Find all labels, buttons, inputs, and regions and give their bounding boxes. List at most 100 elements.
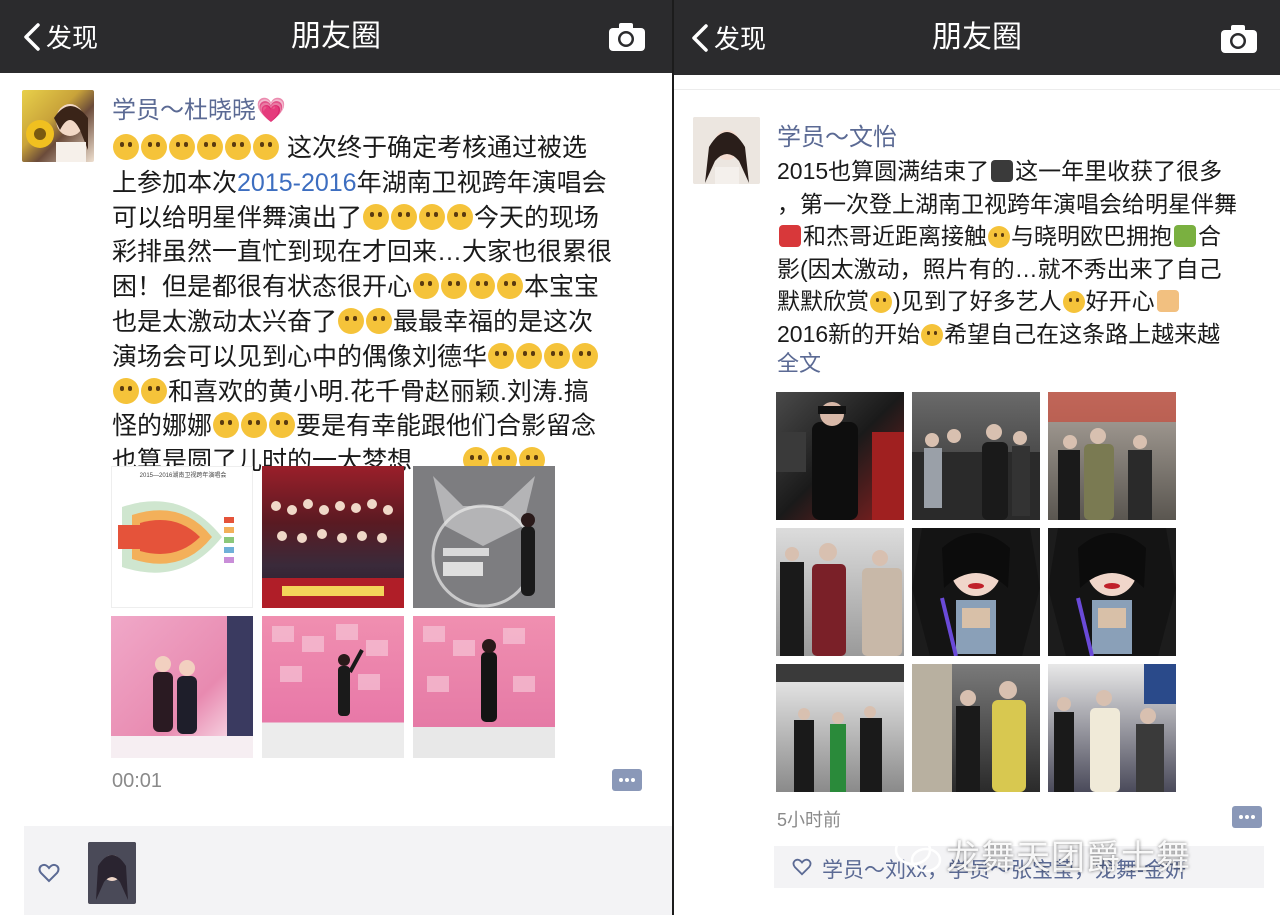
post-text-segment: ，第一次登上湖南卫视跨年演唱会给明星伴舞 (777, 190, 1237, 217)
back-button[interactable]: 发现 (22, 0, 98, 73)
post-text-segment: 也是太激动太兴奋了 (112, 307, 338, 336)
back-label: 发现 (46, 23, 99, 53)
emoji-icon (921, 323, 944, 346)
author-avatar[interactable] (693, 117, 760, 184)
emoji-icon (113, 377, 139, 404)
photo-pink-wall-solo[interactable] (413, 616, 555, 758)
seat-chart-header: 2015—2016湖南卫视跨年演唱会 (140, 471, 227, 479)
post-text-segment: 和杰哥近距离接触 (803, 223, 987, 249)
likes-names[interactable]: 学员～刘xx，学员～张宝莹，龙舞-金妍 (822, 854, 1186, 884)
hug-emoji-icon (1174, 225, 1196, 247)
post-text-line: 可以给明星伴舞演出了 今天的现场 (112, 201, 612, 236)
likes-section: 学员～刘xx，学员～张宝莹，龙舞-金妍 (774, 846, 1264, 888)
photo-pink-wall-duo[interactable] (111, 616, 253, 758)
photo-pink-wall-pose[interactable] (262, 616, 404, 758)
emoji-icon (169, 134, 195, 160)
emoji-icon (269, 412, 296, 439)
post-text-line: 和喜欢的黄小明.花千骨赵丽颖.刘涛.搞 (112, 375, 612, 410)
post-text-line: 困！但是都很有状态很开心 本宝宝 (112, 270, 612, 305)
photo-backstage-3[interactable] (1048, 392, 1176, 520)
emoji-icon (197, 134, 223, 160)
heart-outline-icon (38, 863, 60, 883)
post-text-line: 影(因太激动，照片有的…就不秀出来了自己 (777, 253, 1237, 286)
liker-avatar[interactable] (88, 842, 136, 904)
post-text-segment: 与晓明欧巴拥抱 (1011, 223, 1172, 249)
post-text-segment: 要是有幸能跟他们合影留念 (296, 412, 597, 441)
year-link[interactable]: 2015-2016 (237, 169, 357, 197)
photo-group-stage[interactable] (262, 466, 404, 608)
emoji-icon (113, 134, 139, 160)
post-text-segment: 最最幸福的是这次 (393, 307, 594, 336)
emoji-icon (241, 412, 268, 439)
emoji-icon (363, 203, 390, 230)
post-text-line: 也是太激动太兴奋了 最最幸福的是这次 (112, 305, 612, 340)
dragon-dance-wall-image (413, 466, 555, 608)
seat-chart-image: 2015—2016湖南卫视跨年演唱会 (112, 467, 252, 607)
backstage-2-image (912, 424, 1040, 520)
emoji-icon (1062, 291, 1085, 313)
group-photo-image (262, 499, 404, 608)
photo-seat-chart[interactable]: 2015—2016湖南卫视跨年演唱会 (111, 466, 253, 608)
left-moments-screen: 发现 朋友圈 学员～杜晓晓💗 这次终于确定考核通过被选 上参加本次2015-201… (0, 0, 672, 915)
victory-emoji-icon (1156, 290, 1179, 312)
photo-backstage-5[interactable] (776, 664, 904, 792)
pink-wall-solo-image (423, 626, 535, 722)
author-avatar[interactable] (22, 90, 94, 162)
post-text-segment: 彩排虽然一直忙到现在才回来…大家也很累很 (112, 238, 613, 267)
author-name[interactable]: 学员～杜晓晓💗 (112, 90, 286, 125)
liker-avatar-image (88, 842, 136, 904)
emoji-icon (447, 203, 474, 230)
post-text-segment: 怪的娜娜 (112, 412, 213, 441)
post-timestamp: 00:01 (112, 770, 163, 792)
emoji-icon (141, 377, 167, 404)
selfie-badge-1-image (912, 528, 1040, 656)
post-text-line: 2015也算圆满结束了 这一年里收获了很多 (777, 155, 1237, 188)
full-text-link[interactable]: 全文 (777, 346, 821, 378)
post-text-segment: 默默欣赏 (777, 288, 869, 314)
post-text-segment: 好开心 (1085, 288, 1155, 314)
post-body: 2015也算圆满结束了 这一年里收获了很多 ，第一次登上湖南卫视跨年演唱会给明星伴舞… (777, 155, 1237, 350)
wechat-logo-icon (894, 834, 942, 873)
photo-dragon-dance-wall[interactable] (413, 466, 555, 608)
photo-selfie-badge-1[interactable] (912, 528, 1040, 656)
pink-wall-pose-image (272, 624, 388, 716)
post-text-segment: 本宝宝 (524, 273, 600, 302)
back-button[interactable]: 发现 (690, 0, 766, 75)
post-text-segment: 和喜欢的黄小明.花千骨赵丽颖.刘涛.搞 (168, 377, 589, 406)
author-name[interactable]: 学员～文怡 (777, 117, 897, 152)
backstage-4-image (780, 543, 902, 656)
emoji-icon (213, 412, 240, 439)
camera-icon[interactable] (1220, 24, 1258, 54)
backstage-7-image (1054, 664, 1176, 792)
photo-backstage-4[interactable] (776, 528, 904, 656)
photo-backstage-2[interactable] (912, 392, 1040, 520)
post-text-line: 怪的娜娜 要是有幸能跟他们合影留念 (112, 409, 612, 444)
navigation-bar: 发现 朋友圈 (0, 0, 672, 73)
photo-backstage-1[interactable] (776, 392, 904, 520)
backstage-5-image (776, 664, 904, 792)
post-text-line: 和杰哥近距离接触 与晓明欧巴拥抱合 (777, 220, 1237, 253)
photo-backstage-6[interactable] (912, 664, 1040, 792)
backstage-1-image (776, 402, 904, 520)
selfie-badge-2-image (1048, 528, 1176, 656)
post-text-line: 默默欣赏)见到了好多艺人 好开心 (777, 285, 1237, 318)
emoji-icon (572, 342, 599, 369)
emoji-icon (141, 134, 167, 160)
emoji-icon (419, 203, 446, 230)
photo-backstage-7[interactable] (1048, 664, 1176, 792)
post-text-segment: 年湖南卫视跨年演唱会 (356, 168, 607, 197)
emoji-icon (441, 273, 468, 300)
comment-button[interactable] (612, 769, 642, 791)
emoji-icon (413, 273, 440, 300)
chevron-left-icon (692, 23, 708, 52)
heart-outline-icon (792, 858, 812, 876)
end-emoji-icon (991, 160, 1014, 182)
comment-button[interactable] (1232, 806, 1262, 828)
backstage-6-image (912, 664, 1026, 792)
emoji-icon (338, 307, 365, 334)
post-text-segment: 困！但是都很有状态很开心 (112, 273, 413, 302)
back-label: 发现 (714, 24, 767, 54)
photo-selfie-badge-2[interactable] (1048, 528, 1176, 656)
camera-icon[interactable] (608, 22, 646, 52)
navigation-bar: 发现 朋友圈 (674, 0, 1280, 75)
